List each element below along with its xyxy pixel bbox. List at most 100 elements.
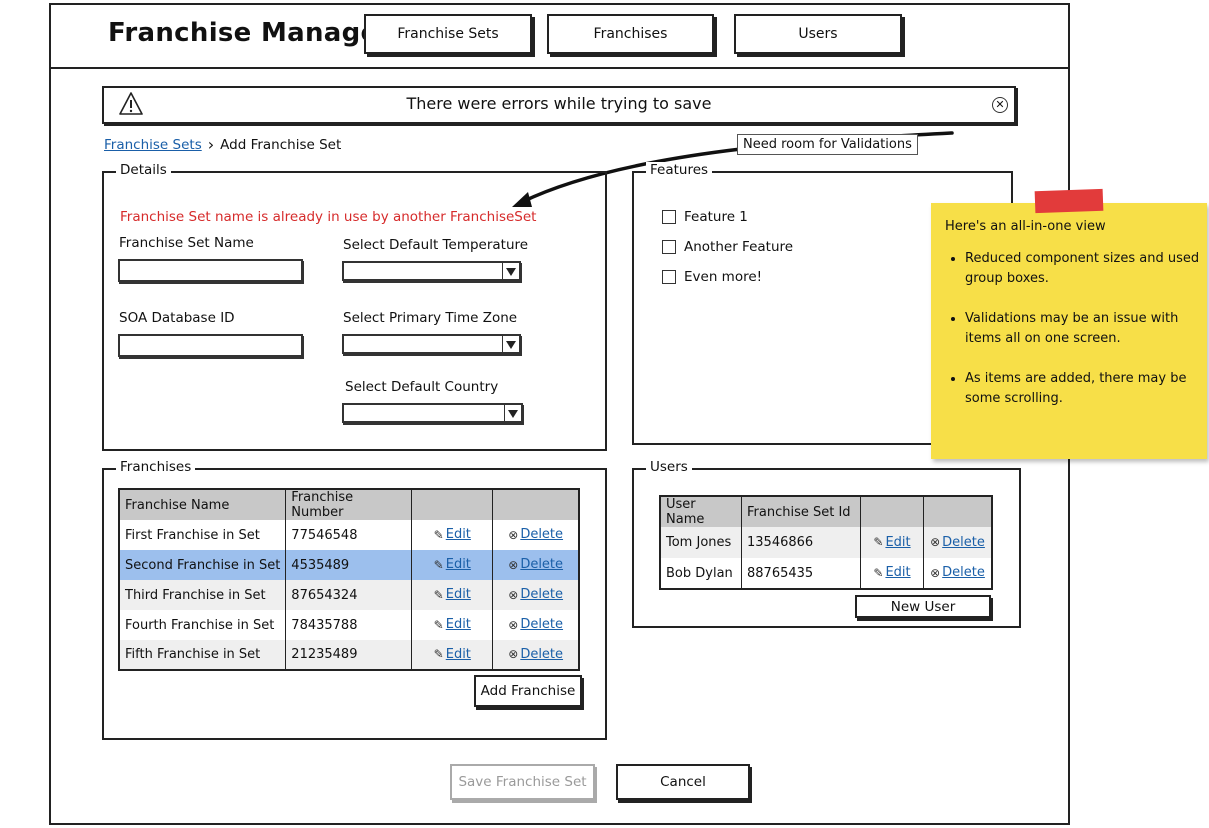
alert-message: There were errors while trying to save bbox=[406, 94, 712, 113]
soa-database-id-label: SOA Database ID bbox=[119, 310, 235, 326]
delete-link[interactable]: Delete bbox=[520, 557, 563, 572]
feature-label: Even more! bbox=[684, 269, 763, 285]
primary-time-zone-label: Select Primary Time Zone bbox=[343, 310, 518, 326]
default-temperature-select[interactable] bbox=[342, 261, 521, 281]
close-icon[interactable]: ✕ bbox=[992, 97, 1008, 113]
table-header-row: Franchise Name Franchise Number bbox=[119, 489, 579, 520]
edit-icon: ✎ bbox=[873, 535, 884, 550]
new-user-button[interactable]: New User bbox=[855, 595, 991, 618]
franchises-table: Franchise Name Franchise Number First Fr… bbox=[118, 488, 580, 671]
feature-item[interactable]: Another Feature bbox=[662, 239, 793, 255]
table-row[interactable]: Third Franchise in Set 87654324 ✎ Edit ⊗ D… bbox=[119, 580, 579, 610]
table-header-row: User Name Franchise Set Id bbox=[660, 496, 992, 527]
save-franchise-set-button[interactable]: Save Franchise Set bbox=[450, 764, 595, 800]
sticky-note-bullet: As items are added, there may be some sc… bbox=[965, 369, 1209, 409]
add-franchise-button[interactable]: Add Franchise bbox=[474, 675, 582, 707]
error-alert: There were errors while trying to save ✕ bbox=[102, 86, 1016, 124]
franchise-name-cell: Fifth Franchise in Set bbox=[119, 640, 287, 670]
user-name-cell: Tom Jones bbox=[660, 527, 742, 558]
edit-icon: ✎ bbox=[873, 565, 884, 580]
table-row[interactable]: Fifth Franchise in Set 21235489 ✎ Edit ⊗ D… bbox=[119, 640, 579, 670]
sticky-note-title: Here's an all-in-one view bbox=[945, 219, 1106, 234]
franchise-set-name-input[interactable] bbox=[118, 259, 303, 282]
column-header bbox=[411, 489, 494, 520]
feature-label: Feature 1 bbox=[684, 209, 748, 225]
edit-link[interactable]: Edit bbox=[446, 647, 471, 662]
franchise-number-cell: 87654324 bbox=[285, 580, 413, 610]
breadcrumb-link-franchise-sets[interactable]: Franchise Sets bbox=[104, 137, 202, 153]
column-header bbox=[860, 496, 924, 527]
franchise-name-cell: First Franchise in Set bbox=[119, 520, 287, 550]
delete-icon: ⊗ bbox=[930, 565, 941, 580]
edit-icon: ✎ bbox=[433, 587, 444, 602]
franchise-set-name-label: Franchise Set Name bbox=[119, 235, 254, 251]
feature-item[interactable]: Feature 1 bbox=[662, 209, 748, 225]
default-country-select[interactable] bbox=[342, 403, 523, 423]
sticky-note-bullet: Reduced component sizes and used group b… bbox=[965, 249, 1209, 289]
breadcrumb-current: Add Franchise Set bbox=[220, 136, 342, 153]
checkbox[interactable] bbox=[662, 240, 676, 254]
features-legend: Features bbox=[646, 162, 713, 178]
header-divider bbox=[49, 67, 1070, 69]
details-legend: Details bbox=[116, 162, 171, 178]
user-name-cell: Bob Dylan bbox=[660, 558, 742, 589]
validation-error: Franchise Set name is already in use by … bbox=[120, 209, 537, 225]
edit-link[interactable]: Edit bbox=[446, 617, 471, 632]
soa-database-id-input[interactable] bbox=[118, 334, 303, 357]
nav-franchise-sets-button[interactable]: Franchise Sets bbox=[364, 14, 532, 54]
edit-link[interactable]: Edit bbox=[446, 527, 471, 542]
feature-label: Another Feature bbox=[684, 239, 794, 255]
chevron-down-icon bbox=[504, 405, 521, 421]
franchise-name-cell: Second Franchise in Set bbox=[119, 550, 287, 580]
column-header bbox=[492, 489, 579, 520]
franchise-name-cell: Fourth Franchise in Set bbox=[119, 610, 287, 640]
delete-icon: ⊗ bbox=[930, 535, 941, 550]
default-temperature-label: Select Default Temperature bbox=[343, 237, 529, 253]
table-row[interactable]: Tom Jones 13546866 ✎ Edit ⊗ Delete bbox=[660, 527, 992, 558]
users-table: User Name Franchise Set Id Tom Jones 135… bbox=[659, 495, 993, 590]
users-legend: Users bbox=[646, 459, 692, 475]
delete-link[interactable]: Delete bbox=[520, 647, 563, 662]
edit-link[interactable]: Edit bbox=[446, 557, 471, 572]
column-header: Franchise Number bbox=[285, 489, 413, 520]
chevron-down-icon bbox=[502, 263, 519, 279]
primary-time-zone-select[interactable] bbox=[342, 334, 521, 354]
franchises-legend: Franchises bbox=[116, 459, 196, 475]
delete-link[interactable]: Delete bbox=[520, 527, 563, 542]
feature-item[interactable]: Even more! bbox=[662, 269, 762, 285]
checkbox[interactable] bbox=[662, 270, 676, 284]
nav-users-button[interactable]: Users bbox=[734, 14, 902, 54]
delete-link[interactable]: Delete bbox=[520, 617, 563, 632]
sticky-note-list: Reduced component sizes and used group b… bbox=[945, 249, 1209, 429]
franchise-number-cell: 78435788 bbox=[285, 610, 413, 640]
table-row[interactable]: First Franchise in Set 77546548 ✎ Edit ⊗ D… bbox=[119, 520, 579, 550]
franchise-set-id-cell: 13546866 bbox=[741, 527, 861, 558]
table-row-selected[interactable]: Second Franchise in Set 4535489 ✎ Edit ⊗ D… bbox=[119, 550, 579, 580]
checkbox[interactable] bbox=[662, 210, 676, 224]
edit-icon: ✎ bbox=[433, 617, 444, 632]
column-header: Franchise Name bbox=[119, 489, 287, 520]
delete-icon: ⊗ bbox=[508, 617, 519, 632]
sticky-note-tape bbox=[1034, 188, 1104, 214]
delete-icon: ⊗ bbox=[508, 527, 519, 542]
delete-link[interactable]: Delete bbox=[942, 535, 985, 550]
franchise-number-cell: 4535489 bbox=[285, 550, 413, 580]
table-row[interactable]: Bob Dylan 88765435 ✎ Edit ⊗ Delete bbox=[660, 558, 992, 589]
cancel-button[interactable]: Cancel bbox=[616, 764, 750, 800]
edit-link[interactable]: Edit bbox=[885, 565, 910, 580]
edit-link[interactable]: Edit bbox=[885, 535, 910, 550]
chevron-right-icon: › bbox=[207, 135, 215, 154]
franchise-number-cell: 77546548 bbox=[285, 520, 413, 550]
table-row[interactable]: Fourth Franchise in Set 78435788 ✎ Edit ⊗… bbox=[119, 610, 579, 640]
validation-callout: Need room for Validations bbox=[737, 134, 918, 155]
chevron-down-icon bbox=[502, 336, 519, 352]
delete-link[interactable]: Delete bbox=[520, 587, 563, 602]
default-country-label: Select Default Country bbox=[345, 379, 499, 395]
nav-franchises-button[interactable]: Franchises bbox=[547, 14, 714, 54]
delete-link[interactable]: Delete bbox=[942, 565, 985, 580]
edit-link[interactable]: Edit bbox=[446, 587, 471, 602]
edit-icon: ✎ bbox=[433, 557, 444, 572]
edit-icon: ✎ bbox=[433, 527, 444, 542]
delete-icon: ⊗ bbox=[508, 647, 519, 662]
franchise-name-cell: Third Franchise in Set bbox=[119, 580, 287, 610]
